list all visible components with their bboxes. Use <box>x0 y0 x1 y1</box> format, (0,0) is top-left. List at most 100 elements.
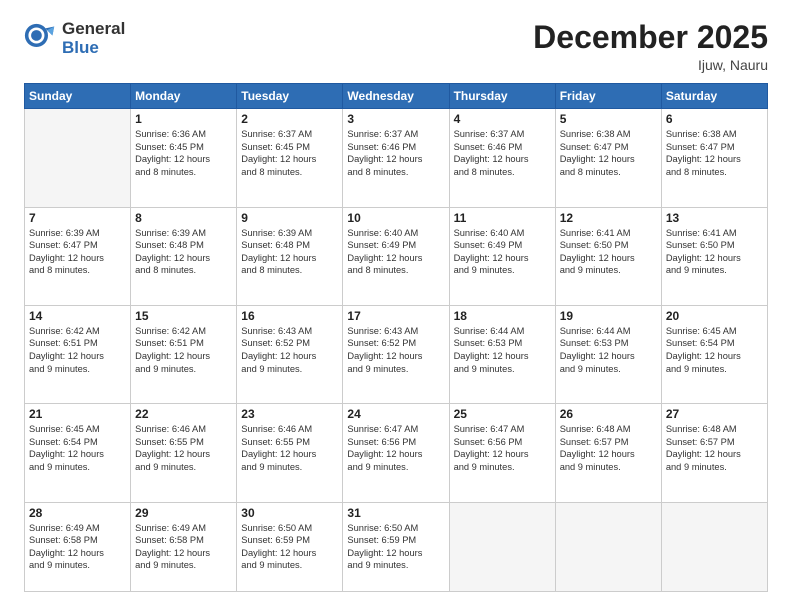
calendar-cell-w5-d3: 30 Sunrise: 6:50 AMSunset: 6:59 PMDayligh… <box>237 502 343 591</box>
day-info: Sunrise: 6:42 AMSunset: 6:51 PMDaylight:… <box>29 325 126 375</box>
day-number: 19 <box>560 309 657 323</box>
calendar-cell-w5-d2: 29 Sunrise: 6:49 AMSunset: 6:58 PMDayligh… <box>131 502 237 591</box>
calendar-cell-w2-d4: 10Sunrise: 6:40 AMSunset: 6:49 PMDayligh… <box>343 207 449 305</box>
calendar-cell-w1-d5: 4Sunrise: 6:37 AMSunset: 6:46 PMDaylight… <box>449 109 555 207</box>
day-info: Sunrise: 6:41 AMSunset: 6:50 PMDaylight:… <box>666 227 763 277</box>
th-friday: Friday <box>555 84 661 109</box>
calendar-cell-w3-d5: 18Sunrise: 6:44 AMSunset: 6:53 PMDayligh… <box>449 305 555 403</box>
day-info: Sunrise: 6:43 AMSunset: 6:52 PMDaylight:… <box>347 325 444 375</box>
calendar-cell-w4-d4: 24 Sunrise: 6:47 AMSunset: 6:56 PMDayligh… <box>343 404 449 502</box>
day-number: 11 <box>454 211 551 225</box>
day-info: Sunrise: 6:37 AMSunset: 6:46 PMDaylight:… <box>347 128 444 178</box>
day-number: 22 <box>135 407 232 421</box>
day-number: 2 <box>241 112 338 126</box>
calendar-cell-w3-d7: 20 Sunrise: 6:45 AMSunset: 6:54 PMDayligh… <box>661 305 767 403</box>
calendar-cell-w4-d2: 22 Sunrise: 6:46 AMSunset: 6:55 PMDayligh… <box>131 404 237 502</box>
day-info: Sunrise: 6:48 AMSunset: 6:57 PMDaylight:… <box>666 423 763 473</box>
calendar-cell-w5-d5 <box>449 502 555 591</box>
day-info: Sunrise: 6:39 AMSunset: 6:48 PMDaylight:… <box>135 227 232 277</box>
day-info: Sunrise: 6:48 AMSunset: 6:57 PMDaylight:… <box>560 423 657 473</box>
day-info: Sunrise: 6:44 AMSunset: 6:53 PMDaylight:… <box>454 325 551 375</box>
day-info: Sunrise: 6:43 AMSunset: 6:52 PMDaylight:… <box>241 325 338 375</box>
logo-blue-text: Blue <box>62 39 125 58</box>
day-number: 21 <box>29 407 126 421</box>
calendar-cell-w5-d7 <box>661 502 767 591</box>
logo: General Blue <box>24 20 125 57</box>
th-saturday: Saturday <box>661 84 767 109</box>
calendar-cell-w1-d3: 2 Sunrise: 6:37 AMSunset: 6:45 PMDaylight… <box>237 109 343 207</box>
day-number: 26 <box>560 407 657 421</box>
calendar-cell-w2-d3: 9 Sunrise: 6:39 AMSunset: 6:48 PMDaylight… <box>237 207 343 305</box>
day-number: 30 <box>241 506 338 520</box>
day-info: Sunrise: 6:37 AMSunset: 6:46 PMDaylight:… <box>454 128 551 178</box>
main-title: December 2025 <box>533 20 768 55</box>
day-info: Sunrise: 6:41 AMSunset: 6:50 PMDaylight:… <box>560 227 657 277</box>
calendar-cell-w1-d7: 6 Sunrise: 6:38 AMSunset: 6:47 PMDaylight… <box>661 109 767 207</box>
day-info: Sunrise: 6:36 AMSunset: 6:45 PMDaylight:… <box>135 128 232 178</box>
calendar-cell-w1-d4: 3 Sunrise: 6:37 AMSunset: 6:46 PMDaylight… <box>343 109 449 207</box>
th-thursday: Thursday <box>449 84 555 109</box>
calendar-cell-w3-d6: 19 Sunrise: 6:44 AMSunset: 6:53 PMDayligh… <box>555 305 661 403</box>
day-number: 3 <box>347 112 444 126</box>
day-info: Sunrise: 6:38 AMSunset: 6:47 PMDaylight:… <box>666 128 763 178</box>
day-number: 31 <box>347 506 444 520</box>
day-info: Sunrise: 6:37 AMSunset: 6:45 PMDaylight:… <box>241 128 338 178</box>
th-monday: Monday <box>131 84 237 109</box>
calendar-cell-w1-d6: 5 Sunrise: 6:38 AMSunset: 6:47 PMDaylight… <box>555 109 661 207</box>
day-number: 17 <box>347 309 444 323</box>
day-number: 14 <box>29 309 126 323</box>
day-info: Sunrise: 6:45 AMSunset: 6:54 PMDaylight:… <box>666 325 763 375</box>
calendar-cell-w4-d6: 26 Sunrise: 6:48 AMSunset: 6:57 PMDayligh… <box>555 404 661 502</box>
calendar-cell-w2-d7: 13 Sunrise: 6:41 AMSunset: 6:50 PMDayligh… <box>661 207 767 305</box>
day-info: Sunrise: 6:49 AMSunset: 6:58 PMDaylight:… <box>135 522 232 572</box>
day-number: 8 <box>135 211 232 225</box>
logo-icon <box>24 23 56 55</box>
day-info: Sunrise: 6:47 AMSunset: 6:56 PMDaylight:… <box>347 423 444 473</box>
page: General Blue December 2025 Ijuw, Nauru S… <box>0 0 792 612</box>
day-info: Sunrise: 6:45 AMSunset: 6:54 PMDaylight:… <box>29 423 126 473</box>
calendar-cell-w1-d1 <box>25 109 131 207</box>
calendar-cell-w4-d7: 27Sunrise: 6:48 AMSunset: 6:57 PMDayligh… <box>661 404 767 502</box>
calendar-week-row-3: 14 Sunrise: 6:42 AMSunset: 6:51 PMDayligh… <box>25 305 768 403</box>
day-info: Sunrise: 6:49 AMSunset: 6:58 PMDaylight:… <box>29 522 126 572</box>
day-number: 6 <box>666 112 763 126</box>
logo-general-text: General <box>62 20 125 39</box>
calendar-cell-w5-d1: 28 Sunrise: 6:49 AMSunset: 6:58 PMDayligh… <box>25 502 131 591</box>
day-info: Sunrise: 6:47 AMSunset: 6:56 PMDaylight:… <box>454 423 551 473</box>
day-number: 29 <box>135 506 232 520</box>
day-number: 24 <box>347 407 444 421</box>
day-number: 15 <box>135 309 232 323</box>
day-info: Sunrise: 6:46 AMSunset: 6:55 PMDaylight:… <box>241 423 338 473</box>
calendar-table: Sunday Monday Tuesday Wednesday Thursday… <box>24 83 768 592</box>
day-info: Sunrise: 6:38 AMSunset: 6:47 PMDaylight:… <box>560 128 657 178</box>
calendar-cell-w3-d4: 17 Sunrise: 6:43 AMSunset: 6:52 PMDayligh… <box>343 305 449 403</box>
day-number: 23 <box>241 407 338 421</box>
calendar-cell-w4-d5: 25Sunrise: 6:47 AMSunset: 6:56 PMDayligh… <box>449 404 555 502</box>
day-info: Sunrise: 6:50 AMSunset: 6:59 PMDaylight:… <box>241 522 338 572</box>
calendar-cell-w3-d1: 14 Sunrise: 6:42 AMSunset: 6:51 PMDayligh… <box>25 305 131 403</box>
location-subtitle: Ijuw, Nauru <box>533 57 768 73</box>
calendar-week-row-2: 7Sunrise: 6:39 AMSunset: 6:47 PMDaylight… <box>25 207 768 305</box>
day-number: 20 <box>666 309 763 323</box>
day-number: 5 <box>560 112 657 126</box>
calendar-cell-w4-d3: 23 Sunrise: 6:46 AMSunset: 6:55 PMDayligh… <box>237 404 343 502</box>
day-number: 28 <box>29 506 126 520</box>
day-number: 13 <box>666 211 763 225</box>
th-sunday: Sunday <box>25 84 131 109</box>
calendar-cell-w2-d6: 12 Sunrise: 6:41 AMSunset: 6:50 PMDayligh… <box>555 207 661 305</box>
th-wednesday: Wednesday <box>343 84 449 109</box>
calendar-header-row: Sunday Monday Tuesday Wednesday Thursday… <box>25 84 768 109</box>
calendar-cell-w4-d1: 21 Sunrise: 6:45 AMSunset: 6:54 PMDayligh… <box>25 404 131 502</box>
day-info: Sunrise: 6:46 AMSunset: 6:55 PMDaylight:… <box>135 423 232 473</box>
day-number: 12 <box>560 211 657 225</box>
day-number: 10 <box>347 211 444 225</box>
day-number: 9 <box>241 211 338 225</box>
calendar-cell-w1-d2: 1Sunrise: 6:36 AMSunset: 6:45 PMDaylight… <box>131 109 237 207</box>
day-info: Sunrise: 6:44 AMSunset: 6:53 PMDaylight:… <box>560 325 657 375</box>
day-number: 7 <box>29 211 126 225</box>
day-info: Sunrise: 6:42 AMSunset: 6:51 PMDaylight:… <box>135 325 232 375</box>
day-number: 16 <box>241 309 338 323</box>
calendar-cell-w3-d2: 15 Sunrise: 6:42 AMSunset: 6:51 PMDayligh… <box>131 305 237 403</box>
calendar-week-row-5: 28 Sunrise: 6:49 AMSunset: 6:58 PMDayligh… <box>25 502 768 591</box>
day-info: Sunrise: 6:39 AMSunset: 6:48 PMDaylight:… <box>241 227 338 277</box>
